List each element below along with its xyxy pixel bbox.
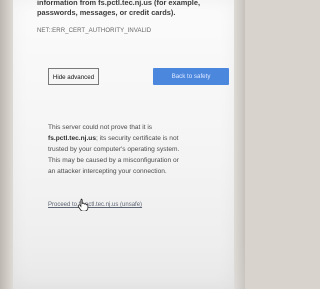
advanced-message: This server could not prove that it is f… <box>48 122 230 177</box>
proceed-unsafe-link[interactable]: Proceed to fs.pctl.tec.nj.us (unsafe) <box>48 202 142 208</box>
hand-pointer-icon <box>77 198 89 211</box>
message-line-2-suffix: ; its security certificate is not <box>96 135 179 143</box>
hide-advanced-button[interactable]: Hide advanced <box>48 68 99 85</box>
browser-interstitial-page: information from fs.pctl.tec.nj.us (for … <box>13 0 245 289</box>
top-warning-text: information from fs.pctl.tec.nj.us (for … <box>37 0 225 18</box>
message-line-4: This may be caused by a misconfiguration… <box>48 157 179 165</box>
domain-name: fs.pctl.tec.nj.us <box>48 135 96 143</box>
back-to-safety-button[interactable]: Back to safety <box>153 68 229 85</box>
message-line-3: trusted by your computer's operating sys… <box>48 146 180 154</box>
message-line-5: an attacker intercepting your connection… <box>48 168 167 176</box>
top-warning-line-2: passwords, messages, or credit cards). <box>37 8 176 17</box>
photo-frame: information from fs.pctl.tec.nj.us (for … <box>0 0 245 289</box>
top-warning-line-1: information from fs.pctl.tec.nj.us (for … <box>37 0 201 7</box>
message-line-1: This server could not prove that it is <box>48 124 153 131</box>
message-line-2: fs.pctl.tec.nj.us; its security certific… <box>48 133 230 144</box>
bottom-photo-shadow <box>13 243 245 289</box>
error-code: NET::ERR_CERT_AUTHORITY_INVALID <box>37 28 152 34</box>
